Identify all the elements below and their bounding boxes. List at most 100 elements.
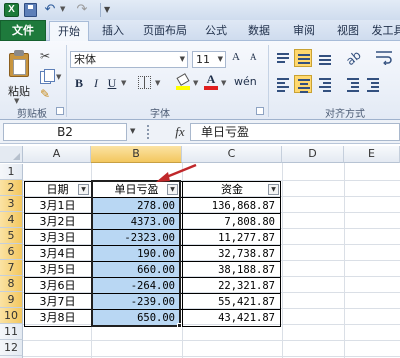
font-name-select[interactable]: 宋体 ▼ bbox=[70, 51, 188, 68]
paste-dropdown-icon[interactable]: ▼ bbox=[14, 97, 19, 105]
row-header[interactable]: 6 bbox=[0, 244, 23, 260]
column-header-e[interactable]: E bbox=[344, 146, 400, 163]
borders-icon[interactable] bbox=[138, 76, 151, 89]
fill-color-icon[interactable] bbox=[176, 73, 190, 90]
date-cell[interactable]: 3月8日 bbox=[24, 310, 91, 326]
fund-cell[interactable]: 55,421.87 bbox=[183, 294, 281, 310]
fund-cell[interactable]: 136,868.87 bbox=[183, 198, 281, 214]
underline-button[interactable]: U bbox=[106, 75, 118, 91]
fill-handle[interactable] bbox=[177, 323, 182, 328]
column-header-b[interactable]: B bbox=[91, 146, 182, 163]
date-cell[interactable]: 3月5日 bbox=[24, 262, 91, 278]
column-header-d[interactable]: D bbox=[282, 146, 344, 163]
copy-dropdown-icon[interactable]: ▼ bbox=[56, 73, 61, 81]
daily-pnl-cell[interactable]: 650.00 bbox=[92, 310, 181, 326]
row-header[interactable]: 7 bbox=[0, 260, 23, 276]
date-cell[interactable]: 3月3日 bbox=[24, 230, 91, 246]
orientation-icon[interactable]: ab bbox=[343, 48, 363, 68]
fill-color-dropdown-icon[interactable]: ▼ bbox=[193, 79, 198, 87]
undo-icon[interactable]: ↶ bbox=[42, 3, 58, 17]
daily-pnl-cell[interactable]: 190.00 bbox=[92, 246, 181, 262]
tab-page-layout[interactable]: 页面布局 bbox=[136, 21, 194, 41]
daily-pnl-cell[interactable]: -264.00 bbox=[92, 278, 181, 294]
row-header[interactable]: 2 bbox=[0, 180, 23, 196]
paste-button[interactable] bbox=[6, 49, 32, 79]
redo-icon[interactable]: ↷ bbox=[74, 3, 90, 17]
row-header[interactable]: 4 bbox=[0, 212, 23, 228]
wrap-text-icon[interactable] bbox=[374, 49, 396, 66]
row-header[interactable]: 9 bbox=[0, 292, 23, 308]
header-cell-fund[interactable]: 资金 bbox=[183, 182, 281, 198]
align-middle-icon[interactable] bbox=[294, 49, 312, 67]
daily-pnl-cell[interactable]: -2323.00 bbox=[92, 230, 181, 246]
daily-pnl-cell[interactable]: 4373.00 bbox=[92, 214, 181, 230]
align-center-icon[interactable] bbox=[294, 75, 312, 93]
fund-cell[interactable]: 22,321.87 bbox=[183, 278, 281, 294]
phonetic-guide-button[interactable]: wén bbox=[234, 74, 257, 90]
tab-data[interactable]: 数据 bbox=[240, 21, 278, 41]
tab-file[interactable]: 文件 bbox=[0, 20, 46, 41]
save-icon[interactable] bbox=[24, 3, 37, 17]
bold-button[interactable]: B bbox=[72, 75, 86, 91]
decrease-indent-icon[interactable] bbox=[344, 75, 362, 93]
borders-dropdown-icon[interactable]: ▼ bbox=[155, 79, 160, 87]
daily-pnl-cell[interactable]: 278.00 bbox=[92, 198, 181, 214]
row-header[interactable]: 5 bbox=[0, 228, 23, 244]
fund-cell[interactable]: 38,188.87 bbox=[183, 262, 281, 278]
insert-function-icon[interactable]: fx bbox=[172, 123, 188, 141]
row-header[interactable]: 3 bbox=[0, 196, 23, 212]
row-header[interactable]: 1 bbox=[0, 164, 23, 180]
tab-insert[interactable]: 插入 bbox=[96, 21, 130, 41]
align-left-icon[interactable] bbox=[274, 75, 292, 93]
undo-dropdown-icon[interactable]: ▼ bbox=[60, 5, 65, 13]
fund-cell[interactable]: 11,277.87 bbox=[183, 230, 281, 246]
grow-font-button[interactable]: A bbox=[232, 51, 240, 63]
font-launcher-icon[interactable] bbox=[256, 107, 264, 115]
tab-developer[interactable]: 发工具 bbox=[368, 21, 400, 41]
italic-button[interactable]: I bbox=[90, 75, 102, 91]
row-header[interactable]: 12 bbox=[0, 340, 23, 356]
align-top-icon[interactable] bbox=[274, 49, 292, 67]
name-box-dropdown-icon[interactable]: ▼ bbox=[130, 127, 135, 135]
date-cell[interactable]: 3月4日 bbox=[24, 246, 91, 262]
filter-dropdown-icon[interactable]: ▼ bbox=[268, 184, 279, 195]
tab-review[interactable]: 审阅 bbox=[286, 21, 322, 41]
tab-formulas[interactable]: 公式 bbox=[198, 21, 234, 41]
date-cell[interactable]: 3月1日 bbox=[24, 198, 91, 214]
font-color-dropdown-icon[interactable]: ▼ bbox=[221, 79, 226, 87]
customize-quick-access-icon[interactable]: ▼ bbox=[104, 3, 114, 17]
row-header[interactable]: 8 bbox=[0, 276, 23, 292]
formula-input[interactable]: 单日亏盈 bbox=[190, 123, 400, 141]
fund-cell[interactable]: 7,808.80 bbox=[183, 214, 281, 230]
row-header[interactable]: 11 bbox=[0, 324, 23, 340]
clipboard-launcher-icon[interactable] bbox=[56, 107, 64, 115]
font-size-select[interactable]: 11 ▼ bbox=[192, 51, 226, 68]
tab-home[interactable]: 开始 bbox=[49, 21, 89, 42]
select-all-button[interactable] bbox=[0, 146, 23, 163]
align-bottom-icon[interactable] bbox=[316, 49, 334, 67]
font-color-icon[interactable]: A bbox=[204, 73, 218, 91]
column-header-c[interactable]: C bbox=[182, 146, 282, 163]
fund-cell[interactable]: 32,738.87 bbox=[183, 246, 281, 262]
filter-dropdown-icon[interactable]: ▼ bbox=[78, 184, 89, 195]
format-painter-icon[interactable]: ✎ bbox=[40, 87, 54, 101]
date-cell[interactable]: 3月7日 bbox=[24, 294, 91, 310]
fund-cell[interactable]: 43,421.87 bbox=[183, 310, 281, 326]
column-header-a[interactable]: A bbox=[23, 146, 91, 163]
align-right-icon[interactable] bbox=[316, 75, 334, 93]
shrink-font-button[interactable]: A bbox=[250, 52, 257, 62]
daily-pnl-cell[interactable]: -239.00 bbox=[92, 294, 181, 310]
excel-logo-icon[interactable]: X bbox=[4, 3, 19, 17]
name-box[interactable]: B2 bbox=[3, 123, 127, 141]
date-cell[interactable]: 3月6日 bbox=[24, 278, 91, 294]
filter-dropdown-icon[interactable]: ▼ bbox=[167, 184, 178, 195]
copy-icon[interactable] bbox=[40, 69, 55, 84]
formula-bar-splitter[interactable] bbox=[147, 125, 149, 139]
increase-indent-icon[interactable] bbox=[364, 75, 382, 93]
underline-dropdown-icon[interactable]: ▼ bbox=[121, 79, 126, 87]
daily-pnl-cell[interactable]: 660.00 bbox=[92, 262, 181, 278]
row-header[interactable]: 10 bbox=[0, 308, 23, 324]
cut-icon[interactable]: ✂ bbox=[40, 49, 54, 63]
date-cell[interactable]: 3月2日 bbox=[24, 214, 91, 230]
tab-view[interactable]: 视图 bbox=[330, 21, 366, 41]
